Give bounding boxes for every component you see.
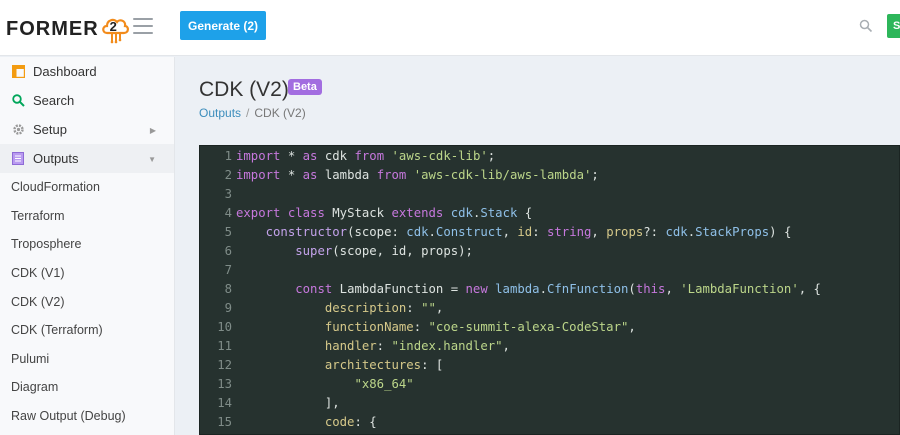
list-icon	[11, 152, 25, 166]
sidebar-item-label: Search	[33, 93, 75, 108]
sidebar-subitem-terraform[interactable]: Terraform	[0, 202, 174, 231]
code-text: functionName: "coe-summit-alexa-CodeStar…	[324, 320, 636, 334]
line-number: 15	[217, 415, 232, 429]
line-number: 6	[224, 244, 232, 258]
cloud-logo-icon: 2	[100, 14, 130, 44]
logo-number: 2	[109, 19, 117, 34]
sidebar-subitem-troposphere[interactable]: Troposphere	[0, 230, 174, 259]
sidebar-item-search[interactable]: Search	[0, 86, 174, 115]
sidebar-item-label: Outputs	[33, 151, 79, 166]
code-line: 7	[200, 261, 899, 280]
line-number: 12	[217, 358, 232, 372]
sidebar-subitem-cloudformation[interactable]: CloudFormation	[0, 173, 174, 202]
breadcrumb: Outputs / CDK (V2)	[199, 106, 306, 120]
sidebar-subitem-cdk-terraform[interactable]: CDK (Terraform)	[0, 316, 174, 345]
code-line: 12 architectures: [	[200, 356, 899, 375]
breadcrumb-outputs-link[interactable]: Outputs	[199, 106, 241, 120]
code-line: 1 import * as cdk from 'aws-cdk-lib';	[200, 147, 899, 166]
code-line: 11 handler: "index.handler",	[200, 337, 899, 356]
beta-badge: Beta	[288, 79, 322, 95]
breadcrumb-separator: /	[246, 106, 250, 120]
sidebar-subitem-cdk-v1[interactable]: CDK (V1)	[0, 259, 174, 288]
sidebar-item-label: Setup	[33, 122, 67, 137]
sidebar-subitem-diagram[interactable]: Diagram	[0, 373, 174, 402]
code-line: 10 functionName: "coe-summit-alexa-CodeS…	[200, 318, 899, 337]
gear-icon	[11, 123, 25, 137]
code-text: super(scope, id, props);	[295, 244, 473, 258]
code-line: 15 code: {	[200, 413, 899, 432]
sidebar: Dashboard Search Setup ▶ Outputs ▼ Cloud…	[0, 57, 175, 435]
generate-button[interactable]: Generate (2)	[180, 11, 266, 40]
sidebar-subitem-pulumi[interactable]: Pulumi	[0, 345, 174, 374]
sidebar-item-dashboard[interactable]: Dashboard	[0, 57, 174, 86]
code-text: description: "",	[324, 301, 444, 315]
sidebar-item-outputs[interactable]: Outputs ▼	[0, 144, 174, 173]
code-text: architectures: [	[324, 358, 444, 372]
code-line: 4 export class MyStack extends cdk.Stack …	[200, 204, 899, 223]
code-text: import * as lambda from 'aws-cdk-lib/aws…	[236, 168, 599, 182]
code-line: 2 import * as lambda from 'aws-cdk-lib/aw…	[200, 166, 899, 185]
code-line: 13 "x86_64"	[200, 375, 899, 394]
breadcrumb-current: CDK (V2)	[254, 106, 306, 120]
code-line: 5 constructor(scope: cdk.Construct, id: …	[200, 223, 899, 242]
line-number: 14	[217, 396, 232, 410]
code-line: 6 super(scope, id, props);	[200, 242, 899, 261]
chevron-right-icon: ▶	[149, 126, 156, 135]
code-text: import * as cdk from 'aws-cdk-lib';	[236, 149, 496, 163]
main-content: CDK (V2) Beta Outputs / CDK (V2) 1 import *…	[176, 57, 900, 435]
page-title: CDK (V2)	[199, 78, 289, 101]
code-editor[interactable]: 1 import * as cdk from 'aws-cdk-lib'; 2 imp…	[199, 145, 900, 435]
sidebar-subitem-cdk-v2[interactable]: CDK (V2)	[0, 287, 174, 316]
code-text: ],	[236, 396, 340, 410]
line-number: 1	[224, 149, 232, 163]
green-action-button[interactable]: S	[887, 14, 900, 38]
search-icon[interactable]	[859, 19, 873, 33]
chevron-down-icon: ▼	[148, 155, 156, 164]
code-line: 8 const LambdaFunction = new lambda.CfnF…	[200, 280, 899, 299]
code-text: constructor(scope: cdk.Construct, id: st…	[265, 225, 792, 239]
line-number: 10	[217, 320, 232, 334]
line-number: 4	[224, 206, 232, 220]
search-icon	[11, 94, 25, 108]
code-text: const LambdaFunction = new lambda.CfnFun…	[295, 282, 821, 296]
line-number: 5	[224, 225, 232, 239]
code-text: export class MyStack extends cdk.Stack {	[236, 206, 533, 220]
sidebar-item-label: Dashboard	[33, 64, 97, 79]
line-number: 7	[224, 263, 232, 277]
code-line: 9 description: "",	[200, 299, 899, 318]
code-line: 3	[200, 185, 899, 204]
line-number: 2	[224, 168, 232, 182]
code-text: handler: "index.handler",	[324, 339, 510, 353]
line-number: 13	[217, 377, 232, 391]
code-line: 14 ],	[200, 394, 899, 413]
sidebar-subitem-raw-output[interactable]: Raw Output (Debug)	[0, 402, 174, 431]
code-text: code: {	[324, 415, 377, 429]
former2-logo[interactable]: FORMER 2	[6, 14, 130, 44]
sidebar-toggle-icon[interactable]	[133, 18, 153, 34]
dashboard-icon	[11, 65, 25, 79]
logo-text: FORMER	[6, 17, 99, 40]
top-navbar: FORMER 2 Generate (2) S	[0, 0, 900, 56]
sidebar-item-setup[interactable]: Setup ▶	[0, 115, 174, 144]
line-number: 3	[224, 187, 232, 201]
code-text: "x86_64"	[354, 377, 414, 391]
line-number: 9	[224, 301, 232, 315]
line-number: 11	[217, 339, 232, 353]
line-number: 8	[224, 282, 232, 296]
